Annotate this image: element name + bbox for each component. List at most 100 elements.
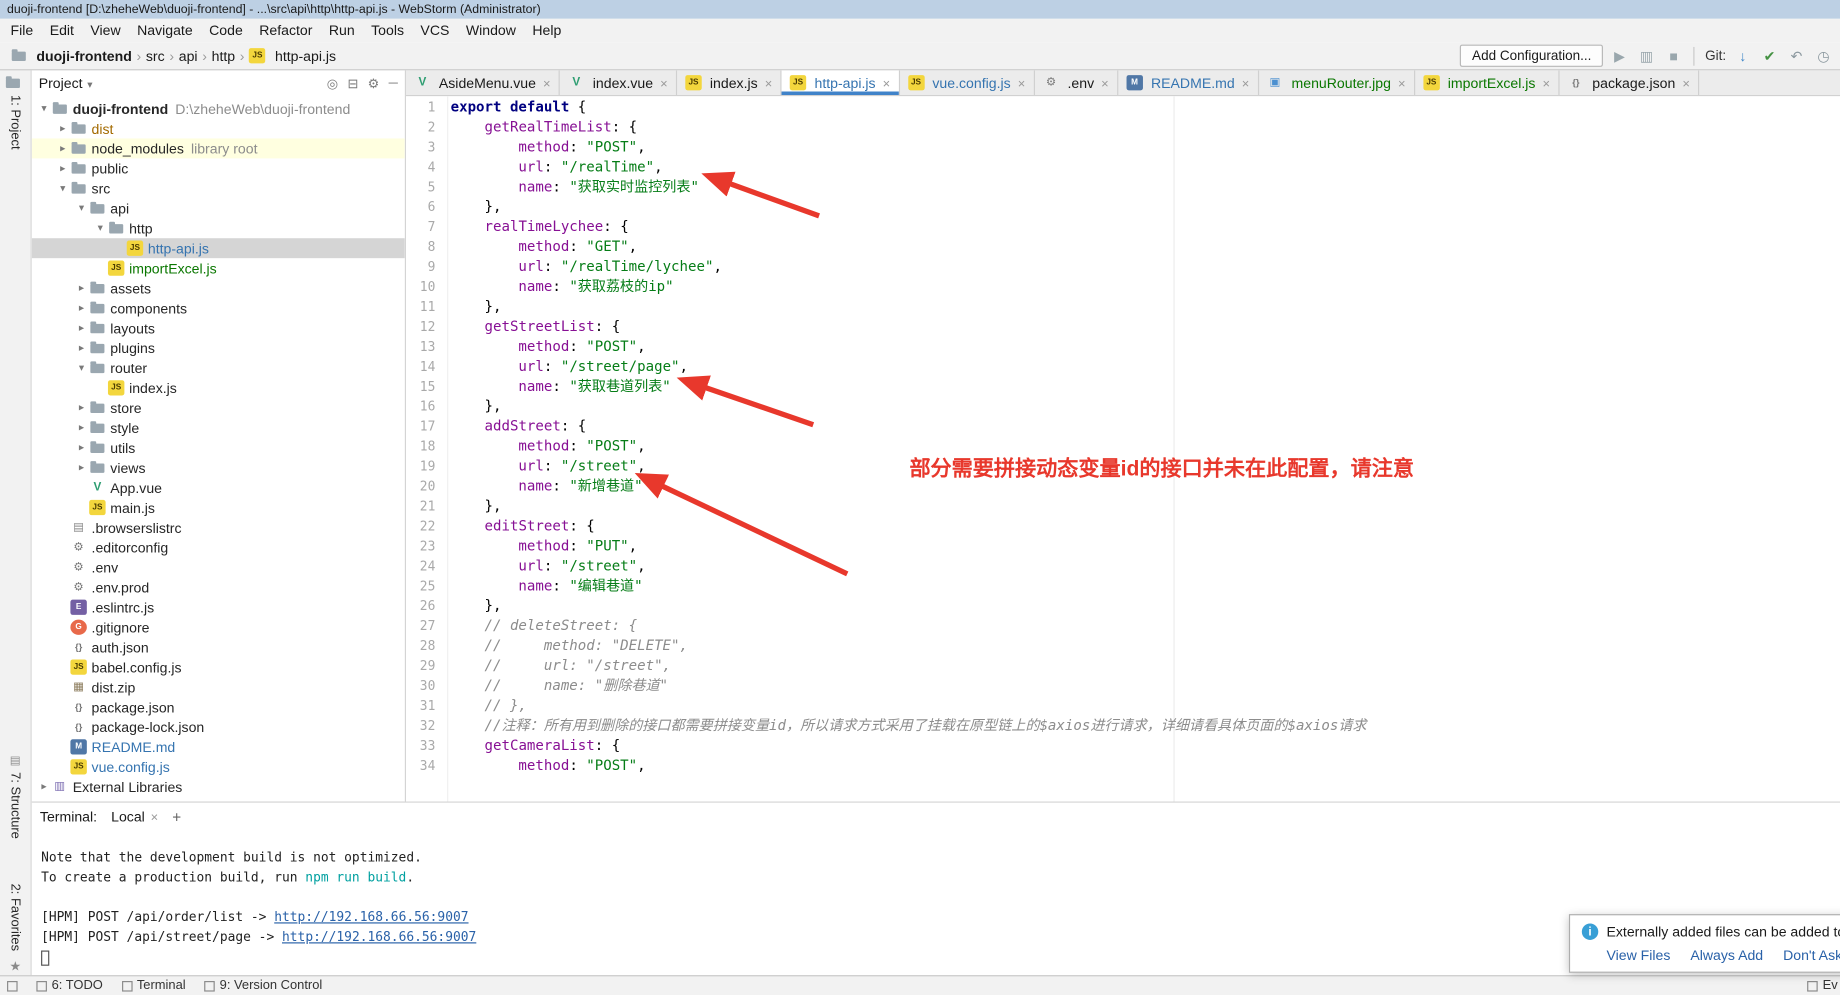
chevron-closed-icon[interactable]: ▸ [74, 322, 89, 335]
chevron-open-icon[interactable]: ▾ [36, 102, 51, 115]
chevron-closed-icon[interactable]: ▸ [74, 401, 89, 414]
settings-icon[interactable]: ⚙ [368, 76, 380, 91]
notification-action-always-add[interactable]: Always Add [1690, 947, 1763, 963]
menu-window[interactable]: Window [458, 20, 525, 41]
code-line[interactable]: editStreet: { [451, 516, 1840, 536]
code-line[interactable]: method: "POST", [451, 756, 1840, 776]
statusbar-todo[interactable]: 6: TODO [36, 979, 102, 993]
statusbar-version-control[interactable]: 9: Version Control [204, 979, 322, 993]
code-line[interactable]: name: "获取荔枝的ip" [451, 277, 1840, 297]
tree-item-src[interactable]: ▾src [32, 178, 405, 198]
chevron-closed-icon[interactable]: ▸ [74, 441, 89, 454]
terminal-link[interactable]: http://192.168.66.56:9007 [282, 929, 476, 944]
chevron-closed-icon[interactable]: ▸ [74, 341, 89, 354]
tree-item-package-lock-json[interactable]: {}package-lock.json [32, 717, 405, 737]
tree-item-plugins[interactable]: ▸plugins [32, 338, 405, 358]
tool-window-button-project[interactable]: 1: Project [0, 75, 31, 149]
menu-refactor[interactable]: Refactor [251, 20, 321, 41]
tree-item-style[interactable]: ▸style [32, 418, 405, 438]
tree-item-dist-zip[interactable]: ▦dist.zip [32, 677, 405, 697]
code-line[interactable]: }, [451, 496, 1840, 516]
chevron-open-icon[interactable]: ▾ [74, 202, 89, 215]
code-line[interactable]: method: "PUT", [451, 536, 1840, 556]
breadcrumb-item-http[interactable]: http [208, 48, 239, 64]
code-line[interactable]: name: "编辑巷道" [451, 576, 1840, 596]
terminal-cursor[interactable] [41, 950, 49, 965]
close-icon[interactable] [660, 75, 668, 91]
tab-vue-config-js[interactable]: JSvue.config.js [900, 70, 1035, 95]
tree-item-eslintrc-js[interactable]: E.eslintrc.js [32, 597, 405, 617]
hide-icon[interactable]: ─ [389, 76, 398, 90]
code-line[interactable]: url: "/street", [451, 556, 1840, 576]
menu-tools[interactable]: Tools [363, 20, 412, 41]
code-line[interactable]: url: "/realTime/lychee", [451, 257, 1840, 277]
tree-item-env[interactable]: ⚙.env [32, 557, 405, 577]
code-line[interactable]: getRealTimeList: { [451, 117, 1840, 137]
menu-code[interactable]: Code [201, 20, 251, 41]
notification-action-don-t-ask-agai[interactable]: Don't Ask Agai [1783, 947, 1840, 963]
tree-item-views[interactable]: ▸views [32, 458, 405, 478]
add-configuration-button[interactable]: Add Configuration... [1460, 45, 1603, 67]
tree-item-index-js[interactable]: JSindex.js [32, 378, 405, 398]
code-line[interactable]: // method: "DELETE", [451, 636, 1840, 656]
tree-item-editorconfig[interactable]: ⚙.editorconfig [32, 537, 405, 557]
tab-index-vue[interactable]: Vindex.vue [560, 70, 677, 95]
toolbar-profiler-button[interactable]: ▥ [1637, 48, 1656, 64]
close-icon[interactable] [1242, 75, 1250, 91]
tree-item-layouts[interactable]: ▸layouts [32, 318, 405, 338]
code-line[interactable]: // name: "删除巷道" [451, 676, 1840, 696]
toolbar-update-project-button[interactable]: ↓ [1733, 48, 1752, 64]
breadcrumb-item-duoji-frontend[interactable]: duoji-frontend [7, 48, 135, 64]
terminal-tab-local[interactable]: Local [111, 809, 158, 825]
menu-vcs[interactable]: VCS [412, 20, 457, 41]
toolbar-commit-button[interactable]: ✔ [1760, 48, 1779, 64]
tree-item-importexcel-js[interactable]: JSimportExcel.js [32, 258, 405, 278]
tree-item-env-prod[interactable]: ⚙.env.prod [32, 577, 405, 597]
code-line[interactable]: name: "获取巷道列表" [451, 377, 1840, 397]
tree-item-babel-config-js[interactable]: JSbabel.config.js [32, 657, 405, 677]
new-terminal-button[interactable] [172, 808, 181, 826]
tab-env[interactable]: ⚙.env [1035, 70, 1118, 95]
close-icon[interactable] [543, 75, 551, 91]
chevron-open-icon[interactable]: ▾ [55, 182, 70, 195]
chevron-closed-icon[interactable]: ▸ [74, 302, 89, 315]
tree-item-auth-json[interactable]: {}auth.json [32, 637, 405, 657]
code-line[interactable]: getStreetList: { [451, 317, 1840, 337]
code-line[interactable]: addStreet: { [451, 417, 1840, 437]
menu-edit[interactable]: Edit [41, 20, 82, 41]
code-line[interactable]: }, [451, 596, 1840, 616]
code-line[interactable]: // deleteStreet: { [451, 616, 1840, 636]
tab-index-js[interactable]: JSindex.js [677, 70, 782, 95]
code-line[interactable]: method: "POST", [451, 137, 1840, 157]
close-icon[interactable] [1398, 75, 1406, 91]
code-editor[interactable]: 1234567891011121314151617181920212223242… [406, 96, 1840, 801]
tree-item-http-api-js[interactable]: JShttp-api.js [32, 238, 405, 258]
tree-item-external-libraries[interactable]: ▸▥External Libraries [32, 777, 405, 797]
breadcrumb-item-api[interactable]: api [175, 48, 201, 64]
chevron-open-icon[interactable]: ▾ [74, 361, 89, 374]
tab-menurouter-jpg[interactable]: ▣menuRouter.jpg [1259, 70, 1415, 95]
tree-item-http[interactable]: ▾http [32, 218, 405, 238]
chevron-closed-icon[interactable]: ▸ [55, 162, 70, 175]
chevron-closed-icon[interactable]: ▸ [74, 282, 89, 295]
chevron-closed-icon[interactable]: ▸ [74, 461, 89, 474]
chevron-down-icon[interactable] [87, 75, 92, 91]
code-line[interactable]: //注释：所有用到删除的接口都需要拼接变量id，所以请求方式采用了挂载在原型链上… [451, 716, 1840, 736]
tree-item-vue-config-js[interactable]: JSvue.config.js [32, 757, 405, 777]
tree-item-node-modules[interactable]: ▸node_moduleslibrary root [32, 138, 405, 158]
tab-http-api-js[interactable]: JShttp-api.js [782, 70, 900, 95]
tree-item-main-js[interactable]: JSmain.js [32, 498, 405, 518]
code-line[interactable]: method: "POST", [451, 337, 1840, 357]
code-line[interactable]: }, [451, 297, 1840, 317]
tree-item-duoji-frontend[interactable]: ▾duoji-frontendD:\zheheWeb\duoji-fronten… [32, 99, 405, 119]
tree-item-package-json[interactable]: {}package.json [32, 697, 405, 717]
chevron-closed-icon[interactable]: ▸ [36, 780, 51, 793]
code-line[interactable]: url: "/realTime", [451, 157, 1840, 177]
code-line[interactable]: // }, [451, 696, 1840, 716]
tree-item-gitignore[interactable]: G.gitignore [32, 617, 405, 637]
tree-item-assets[interactable]: ▸assets [32, 278, 405, 298]
tree-item-browserslistrc[interactable]: ▤.browserslistrc [32, 517, 405, 537]
tree-item-readme-md[interactable]: MREADME.md [32, 737, 405, 757]
chevron-open-icon[interactable]: ▾ [93, 222, 108, 235]
code-line[interactable]: realTimeLychee: { [451, 217, 1840, 237]
